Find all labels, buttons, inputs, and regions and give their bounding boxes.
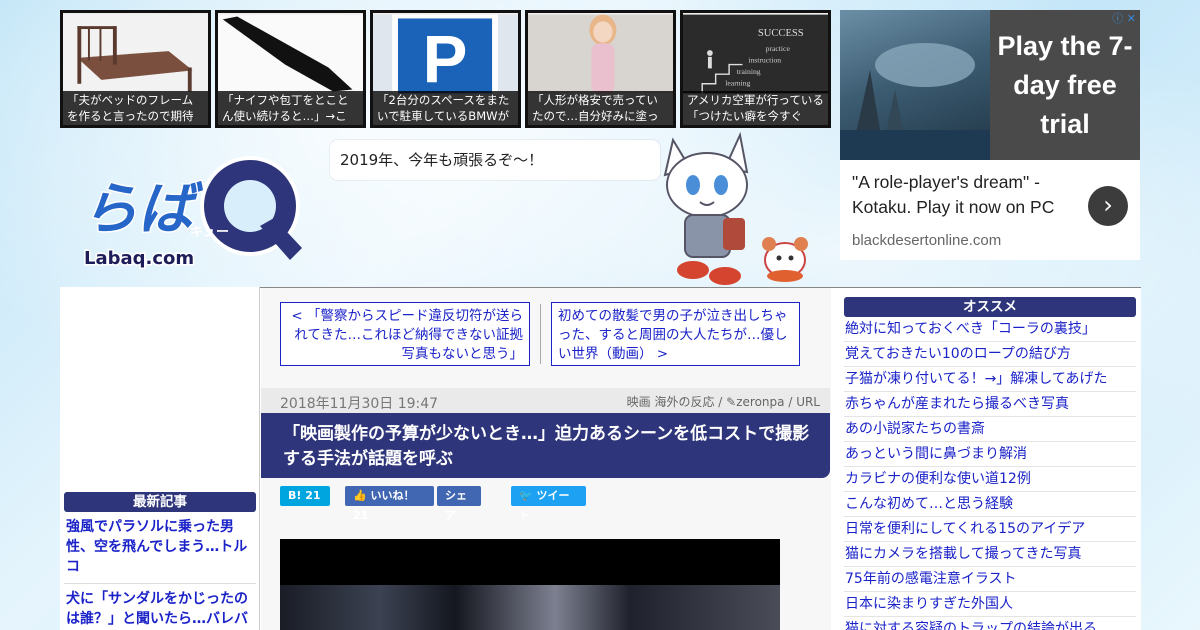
latest-articles: 最新記事 強風でパラソルに乗った男性、空を飛んでしまう…トルコ 犬に「サンダルを… bbox=[64, 492, 256, 630]
thumb-knife[interactable]: 「ナイフや包丁をとことん使い続けると…」→こ bbox=[215, 10, 366, 128]
success-stairs-image: SUCCESS practice instruction training le… bbox=[683, 14, 828, 94]
thumb-parking[interactable]: P 「2台分のスペースをまたいで駐車しているBMWが bbox=[370, 10, 521, 128]
pencil-icon: ✎ bbox=[726, 395, 737, 409]
article-title: 「映画製作の予算が少ないとき…」迫力あるシーンを低コストで撮影する手法が話題を呼… bbox=[261, 413, 830, 478]
author-link[interactable]: zeronpa bbox=[736, 395, 784, 409]
svg-text:training: training bbox=[737, 67, 761, 76]
article-date: 2018年11月30日 19:47 bbox=[280, 396, 439, 412]
thumb-success[interactable]: SUCCESS practice instruction training le… bbox=[680, 10, 831, 128]
video-player[interactable] bbox=[280, 539, 780, 630]
list-item[interactable]: 猫に対する容疑のトラップの結論が出る bbox=[844, 617, 1136, 630]
logo-ra: らば bbox=[82, 177, 203, 242]
svg-text:SUCCESS: SUCCESS bbox=[758, 28, 804, 39]
knife-image bbox=[218, 14, 363, 94]
thumb-caption: 「ナイフや包丁をとことん使い続けると…」→こ bbox=[218, 91, 363, 125]
logo-domain: Labaq.com bbox=[84, 248, 194, 269]
thumb-doll[interactable]: 「人形が格安で売っていたので…自分好みに塗っ bbox=[525, 10, 676, 128]
doll-image bbox=[528, 14, 673, 94]
list-item[interactable]: 絶対に知っておくべき「コーラの裏技」 bbox=[844, 317, 1136, 342]
thumb-caption: アメリカ空軍が行っている「つけたい癖を今すぐ bbox=[683, 91, 828, 125]
svg-text:practice: practice bbox=[766, 44, 791, 53]
ad-title[interactable]: "A role-player's dream" - Kotaku. Play i… bbox=[852, 170, 1082, 220]
video-frame bbox=[280, 585, 780, 630]
list-item[interactable]: 日本に染まりすぎた外国人 bbox=[844, 592, 1136, 617]
ad-domain: blackdesertonline.com bbox=[852, 232, 1002, 249]
article-tags[interactable]: 映画 海外の反応 / ✎zeronpa / URL bbox=[627, 393, 820, 410]
list-item[interactable]: 猫にカメラを搭載して撮ってきた写真 bbox=[844, 542, 1136, 567]
featured-thumbnails: 「夫がベッドのフレームを作ると言ったので期待 「ナイフや包丁をとことん使い続ける… bbox=[60, 10, 832, 128]
logo-kyu: キュー bbox=[190, 225, 229, 240]
list-item[interactable]: 75年前の感電注意イラスト bbox=[844, 567, 1136, 592]
list-item[interactable]: 赤ちゃんが産まれたら撮るべき写真 bbox=[844, 392, 1136, 417]
ad-promo-text: Play the 7-day free trial bbox=[990, 10, 1140, 160]
list-item[interactable]: 覚えておきたい10のロープの結び方 bbox=[844, 342, 1136, 367]
list-item[interactable]: こんな初めて…と思う経験 bbox=[844, 492, 1136, 517]
list-item[interactable]: カラビナの便利な使い道12例 bbox=[844, 467, 1136, 492]
ad-choices[interactable]: ⓘ ✕ bbox=[1112, 10, 1136, 26]
tweet-button[interactable]: 🐦 ツイート bbox=[511, 486, 586, 522]
recommended-heading: オススメ bbox=[844, 297, 1136, 317]
thumb-caption: 「2台分のスペースをまたいで駐車しているBMWが bbox=[373, 91, 518, 125]
list-item[interactable]: 犬に「サンダルをかじったのは誰？」と聞いたら…バレバレな犯人（動画） bbox=[64, 584, 256, 630]
list-item[interactable]: 日常を便利にしてくれる15のアイデア bbox=[844, 517, 1136, 542]
parking-letter: P bbox=[423, 22, 468, 95]
info-icon[interactable]: ⓘ bbox=[1112, 12, 1123, 25]
prev-article-link[interactable]: < 「警察からスピード違反切符が送られてきた…これほど納得できない証拠写真もない… bbox=[280, 302, 530, 366]
bed-image bbox=[63, 14, 208, 94]
facebook-like-button[interactable]: 👍 いいね！ 21 bbox=[345, 486, 434, 522]
facebook-share-button[interactable]: シェア bbox=[437, 486, 481, 522]
next-article-link[interactable]: 初めての散髪で男の子が泣き出しちゃった、すると周囲の大人たちが…優しい世界（動画… bbox=[551, 302, 800, 366]
mascot-cat bbox=[655, 130, 820, 288]
advertisement[interactable]: Play the 7-day free trial ⓘ ✕ "A role-pl… bbox=[840, 10, 1140, 260]
list-item[interactable]: 強風でパラソルに乗った男性、空を飛んでしまう…トルコ bbox=[64, 512, 256, 584]
list-item[interactable]: 子猫が凍り付いてる！→」解凍してあげた bbox=[844, 367, 1136, 392]
list-item[interactable]: あの小説家たちの書斎 bbox=[844, 417, 1136, 442]
article-meta: 2018年11月30日 19:47 映画 海外の反応 / ✎zeronpa / … bbox=[261, 388, 830, 413]
latest-heading: 最新記事 bbox=[64, 492, 256, 512]
hatena-bookmark-button[interactable]: B! 21 bbox=[280, 486, 330, 506]
recommended-list: オススメ 絶対に知っておくべき「コーラの裏技」 覚えておきたい10のロープの結び… bbox=[844, 297, 1136, 630]
parking-sign-image: P bbox=[373, 14, 518, 95]
list-item[interactable]: あっという間に鼻づまり解消 bbox=[844, 442, 1136, 467]
tag-links[interactable]: 映画 海外の反応 / bbox=[627, 395, 727, 409]
url-link[interactable]: / URL bbox=[785, 395, 820, 409]
thumb-bed[interactable]: 「夫がベッドのフレームを作ると言ったので期待 bbox=[60, 10, 211, 128]
speech-bubble: 2019年、今年も頑張るぞ～！ bbox=[330, 140, 660, 180]
chevron-right-icon[interactable]: › bbox=[1088, 186, 1128, 226]
svg-text:instruction: instruction bbox=[748, 56, 781, 65]
pager-divider bbox=[540, 304, 541, 364]
close-icon[interactable]: ✕ bbox=[1127, 12, 1136, 25]
svg-text:learning: learning bbox=[725, 79, 750, 88]
site-logo[interactable]: らば キュー Labaq.com bbox=[80, 148, 310, 271]
thumb-caption: 「人形が格安で売っていたので…自分好みに塗っ bbox=[528, 91, 673, 125]
thumb-caption: 「夫がベッドのフレームを作ると言ったので期待 bbox=[63, 91, 208, 125]
ad-image bbox=[840, 10, 990, 160]
